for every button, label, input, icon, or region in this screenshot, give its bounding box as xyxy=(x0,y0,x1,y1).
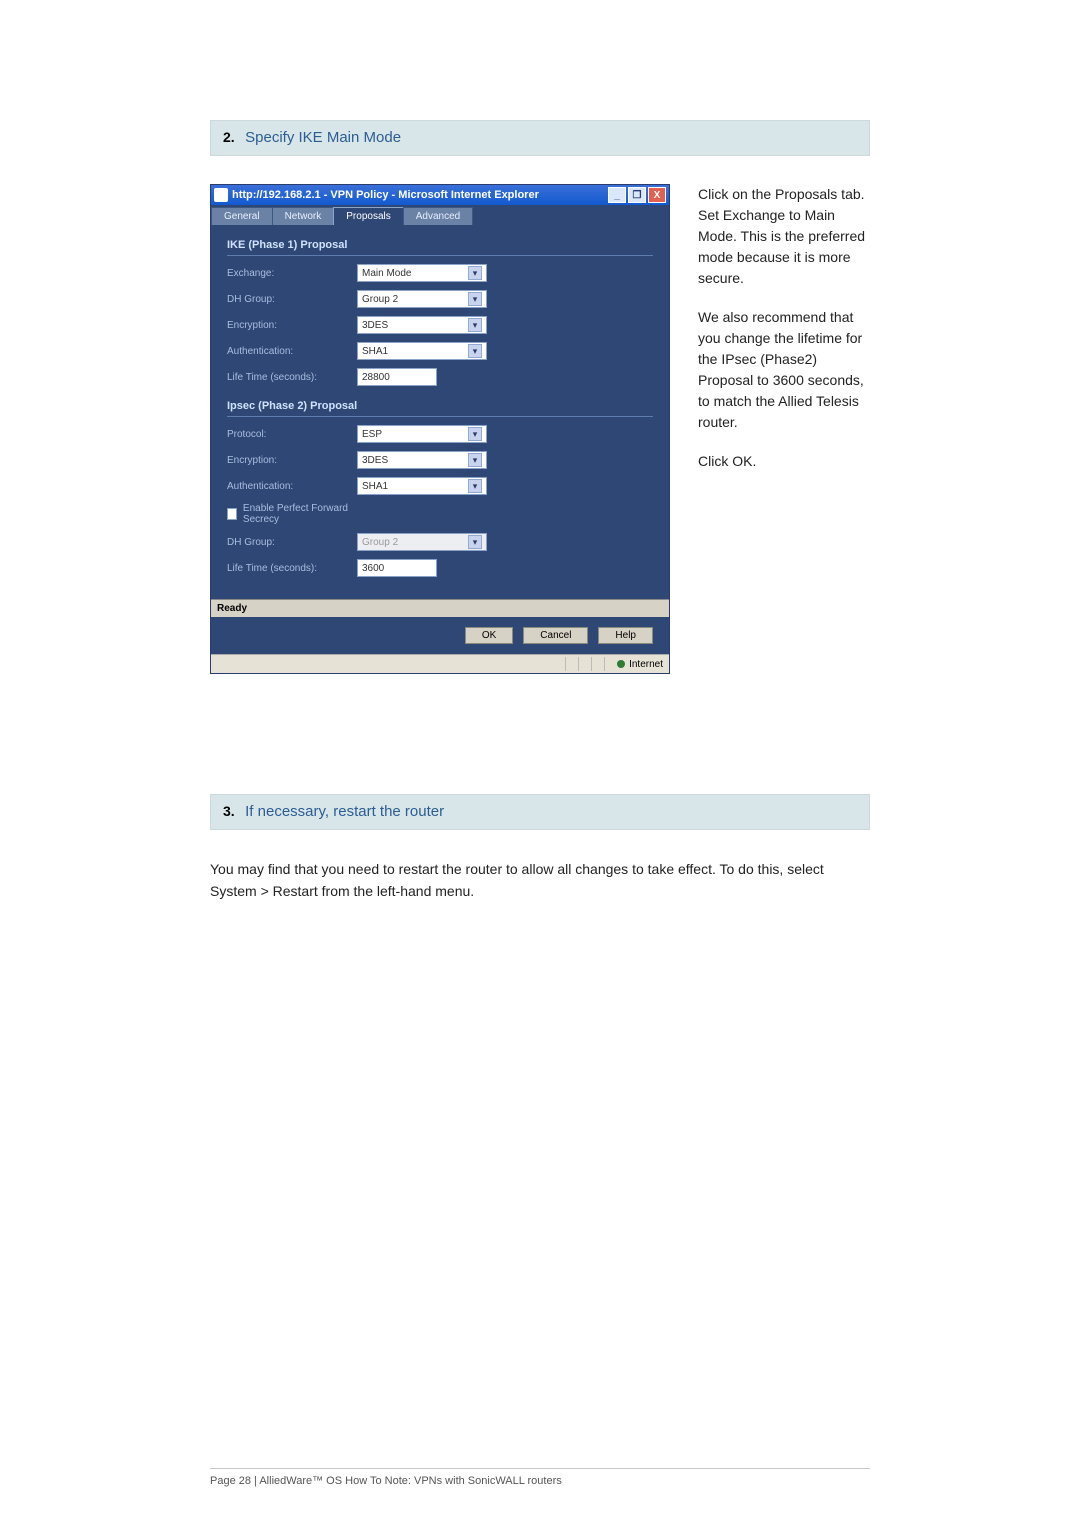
auth2-select[interactable]: SHA1 ▾ xyxy=(357,477,487,495)
ie-icon xyxy=(214,188,228,202)
auth2-label: Authentication: xyxy=(227,481,357,492)
step2-number: 2. xyxy=(223,129,235,145)
life2-input[interactable] xyxy=(357,559,437,577)
proto-value: ESP xyxy=(362,429,382,440)
tab-proposals[interactable]: Proposals xyxy=(333,207,403,225)
help-button[interactable]: Help xyxy=(598,627,653,644)
chevron-down-icon: ▾ xyxy=(468,535,482,549)
enc1-value: 3DES xyxy=(362,320,388,331)
close-button[interactable]: X xyxy=(648,187,666,203)
browser-status-bar: Internet xyxy=(211,654,669,673)
dhgroup2-value: Group 2 xyxy=(362,537,398,548)
tab-advanced[interactable]: Advanced xyxy=(403,207,473,225)
chevron-down-icon: ▾ xyxy=(468,479,482,493)
chevron-down-icon: ▾ xyxy=(468,318,482,332)
auth1-label: Authentication: xyxy=(227,346,357,357)
ready-bar: Ready xyxy=(211,599,669,617)
enc1-select[interactable]: 3DES ▾ xyxy=(357,316,487,334)
page-footer: Page 28 | AlliedWare™ OS How To Note: VP… xyxy=(210,1468,870,1487)
step2-instructions: Click on the Proposals tab. Set Exchange… xyxy=(698,184,870,674)
chevron-down-icon: ▾ xyxy=(468,427,482,441)
maximize-button[interactable]: ❐ xyxy=(628,187,646,203)
pfs-label: Enable Perfect Forward Secrecy xyxy=(243,503,357,525)
tab-network[interactable]: Network xyxy=(272,207,335,225)
auth1-select[interactable]: SHA1 ▾ xyxy=(357,342,487,360)
step2-content-row: http://192.168.2.1 - VPN Policy - Micros… xyxy=(210,184,870,674)
dhgroup2-label: DH Group: xyxy=(227,537,357,548)
internet-zone-icon xyxy=(617,660,625,668)
enc2-value: 3DES xyxy=(362,455,388,466)
proposals-panel: IKE (Phase 1) Proposal Exchange: Main Mo… xyxy=(211,225,669,599)
step3-title: If necessary, restart the router xyxy=(245,803,444,820)
tab-general[interactable]: General xyxy=(211,207,273,225)
phase1-heading: IKE (Phase 1) Proposal xyxy=(227,233,653,256)
instr-p1: Click on the Proposals tab. Set Exchange… xyxy=(698,184,870,289)
button-bar: OK Cancel Help xyxy=(211,617,669,654)
window-title: http://192.168.2.1 - VPN Policy - Micros… xyxy=(232,189,608,201)
life2-label: Life Time (seconds): xyxy=(227,563,357,574)
auth1-value: SHA1 xyxy=(362,346,388,357)
exchange-value: Main Mode xyxy=(362,268,411,279)
instr-p3: Click OK. xyxy=(698,451,870,472)
step2-header: 2. Specify IKE Main Mode xyxy=(210,120,870,156)
window-titlebar: http://192.168.2.1 - VPN Policy - Micros… xyxy=(211,185,669,205)
ok-button[interactable]: OK xyxy=(465,627,513,644)
dhgroup1-value: Group 2 xyxy=(362,294,398,305)
cancel-button[interactable]: Cancel xyxy=(523,627,588,644)
chevron-down-icon: ▾ xyxy=(468,266,482,280)
tabs-row: General Network Proposals Advanced xyxy=(211,205,669,225)
pfs-checkbox-row[interactable]: Enable Perfect Forward Secrecy xyxy=(227,503,357,525)
instr-p2: We also recommend that you change the li… xyxy=(698,307,870,433)
step3-number: 3. xyxy=(223,803,235,819)
chevron-down-icon: ▾ xyxy=(468,292,482,306)
step3-header: 3. If necessary, restart the router xyxy=(210,794,870,830)
enc1-label: Encryption: xyxy=(227,320,357,331)
dhgroup1-label: DH Group: xyxy=(227,294,357,305)
minimize-button[interactable]: _ xyxy=(608,187,626,203)
phase2-heading: Ipsec (Phase 2) Proposal xyxy=(227,394,653,417)
step3-body: You may find that you need to restart th… xyxy=(210,858,870,903)
life1-input[interactable] xyxy=(357,368,437,386)
enc2-select[interactable]: 3DES ▾ xyxy=(357,451,487,469)
dhgroup2-select: Group 2 ▾ xyxy=(357,533,487,551)
exchange-select[interactable]: Main Mode ▾ xyxy=(357,264,487,282)
chevron-down-icon: ▾ xyxy=(468,344,482,358)
life1-label: Life Time (seconds): xyxy=(227,372,357,383)
enc2-label: Encryption: xyxy=(227,455,357,466)
proto-select[interactable]: ESP ▾ xyxy=(357,425,487,443)
chevron-down-icon: ▾ xyxy=(468,453,482,467)
pfs-checkbox[interactable] xyxy=(227,508,237,520)
internet-zone-label: Internet xyxy=(629,659,663,670)
dhgroup1-select[interactable]: Group 2 ▾ xyxy=(357,290,487,308)
step2-title: Specify IKE Main Mode xyxy=(245,129,401,146)
proto-label: Protocol: xyxy=(227,429,357,440)
ie-window: http://192.168.2.1 - VPN Policy - Micros… xyxy=(210,184,670,674)
exchange-label: Exchange: xyxy=(227,268,357,279)
auth2-value: SHA1 xyxy=(362,481,388,492)
